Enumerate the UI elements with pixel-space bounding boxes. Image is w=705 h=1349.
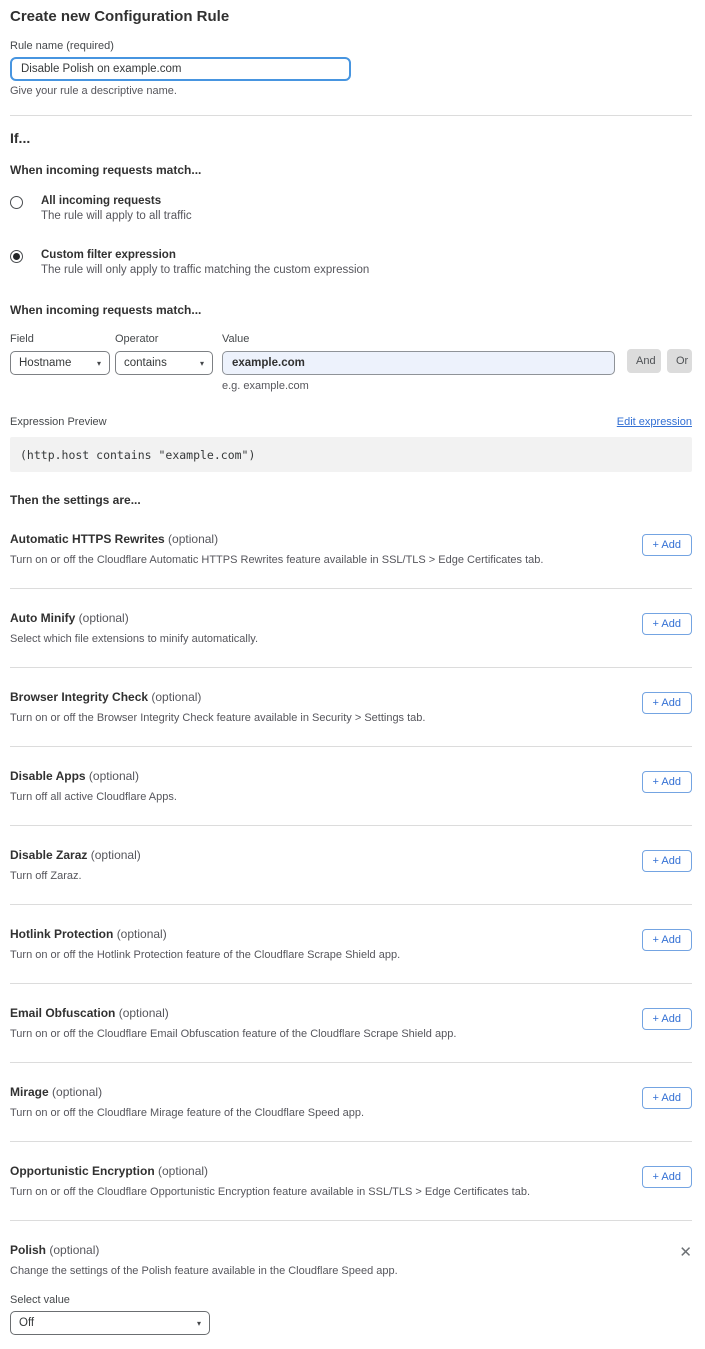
- setting-optional-tag: (optional): [151, 690, 201, 704]
- setting-row-disable-zaraz: Disable Zaraz (optional) Turn off Zaraz.…: [10, 826, 692, 904]
- setting-row-mirage: Mirage (optional) Turn on or off the Clo…: [10, 1063, 692, 1141]
- and-button[interactable]: And: [627, 349, 661, 373]
- setting-name: Browser Integrity Check: [10, 690, 148, 704]
- operator-select-value: contains: [124, 357, 167, 369]
- operator-label: Operator: [115, 333, 222, 345]
- radio-description: The rule will apply to all traffic: [41, 210, 192, 222]
- radio-description: The rule will only apply to traffic matc…: [41, 264, 369, 276]
- field-select-value: Hostname: [19, 357, 71, 369]
- setting-optional-tag: (optional): [79, 611, 129, 625]
- request-match-radio-group: All incoming requests The rule will appl…: [10, 195, 692, 276]
- setting-optional-tag: (optional): [168, 532, 218, 546]
- radio-option-custom-filter-expression[interactable]: Custom filter expression The rule will o…: [10, 249, 692, 276]
- setting-description: Turn on or off the Hotlink Protection fe…: [10, 949, 622, 961]
- setting-name: Auto Minify: [10, 611, 75, 625]
- edit-expression-link[interactable]: Edit expression: [617, 416, 692, 428]
- radio-option-all-incoming-requests[interactable]: All incoming requests The rule will appl…: [10, 195, 692, 222]
- setting-optional-tag: (optional): [119, 1006, 169, 1020]
- add-button[interactable]: + Add: [642, 929, 692, 951]
- setting-name: Opportunistic Encryption: [10, 1164, 155, 1178]
- rule-name-label: Rule name (required): [10, 40, 692, 52]
- radio-label: All incoming requests: [41, 195, 192, 207]
- add-button[interactable]: + Add: [642, 1008, 692, 1030]
- setting-description: Turn on or off the Cloudflare Automatic …: [10, 554, 622, 566]
- radio-label: Custom filter expression: [41, 249, 369, 261]
- setting-name: Disable Zaraz: [10, 848, 87, 862]
- setting-optional-tag: (optional): [89, 769, 139, 783]
- operator-select[interactable]: contains ▾: [115, 351, 213, 375]
- value-input[interactable]: [222, 351, 615, 375]
- chevron-down-icon: ▾: [191, 1319, 201, 1328]
- setting-description: Turn on or off the Browser Integrity Che…: [10, 712, 622, 724]
- add-button[interactable]: + Add: [642, 613, 692, 635]
- expression-builder-row: Field Hostname ▾ Operator contains ▾ Val…: [10, 333, 692, 392]
- match-heading: When incoming requests match...: [10, 163, 692, 177]
- setting-name: Hotlink Protection: [10, 927, 113, 941]
- close-icon[interactable]: ✕: [679, 1245, 692, 1259]
- rule-name-input[interactable]: [10, 57, 351, 81]
- setting-name: Disable Apps: [10, 769, 86, 783]
- if-heading: If...: [10, 130, 692, 146]
- field-label: Field: [10, 333, 115, 345]
- value-label: Value: [222, 333, 615, 345]
- select-value-label: Select value: [10, 1294, 659, 1306]
- setting-row-auto-minify: Auto Minify (optional) Select which file…: [10, 589, 692, 667]
- create-configuration-rule-form: Create new Configuration Rule Rule name …: [0, 0, 705, 1349]
- setting-description: Turn off Zaraz.: [10, 870, 622, 882]
- polish-value-select[interactable]: Off ▾: [10, 1311, 210, 1335]
- setting-optional-tag: (optional): [158, 1164, 208, 1178]
- setting-row-polish: Polish (optional) Change the settings of…: [10, 1221, 692, 1335]
- or-button[interactable]: Or: [667, 349, 692, 373]
- chevron-down-icon: ▾: [194, 359, 204, 368]
- add-button[interactable]: + Add: [642, 850, 692, 872]
- field-select[interactable]: Hostname ▾: [10, 351, 110, 375]
- setting-optional-tag: (optional): [117, 927, 167, 941]
- radio-icon[interactable]: [10, 250, 23, 263]
- value-hint: e.g. example.com: [222, 380, 615, 392]
- setting-description: Turn on or off the Cloudflare Mirage fea…: [10, 1107, 622, 1119]
- setting-row-hotlink-protection: Hotlink Protection (optional) Turn on or…: [10, 905, 692, 983]
- setting-description: Turn on or off the Cloudflare Opportunis…: [10, 1186, 622, 1198]
- builder-heading: When incoming requests match...: [10, 303, 692, 317]
- radio-icon[interactable]: [10, 196, 23, 209]
- page-title: Create new Configuration Rule: [10, 8, 692, 25]
- setting-optional-tag: (optional): [52, 1085, 102, 1099]
- setting-optional-tag: (optional): [49, 1243, 99, 1257]
- add-button[interactable]: + Add: [642, 534, 692, 556]
- add-button[interactable]: + Add: [642, 771, 692, 793]
- setting-optional-tag: (optional): [91, 848, 141, 862]
- setting-name: Mirage: [10, 1085, 49, 1099]
- setting-description: Turn on or off the Cloudflare Email Obfu…: [10, 1028, 622, 1040]
- setting-row-opportunistic-encryption: Opportunistic Encryption (optional) Turn…: [10, 1142, 692, 1220]
- setting-name: Email Obfuscation: [10, 1006, 115, 1020]
- polish-select-value: Off: [19, 1317, 34, 1329]
- setting-row-email-obfuscation: Email Obfuscation (optional) Turn on or …: [10, 984, 692, 1062]
- setting-description: Turn off all active Cloudflare Apps.: [10, 791, 622, 803]
- setting-name: Automatic HTTPS Rewrites: [10, 532, 165, 546]
- chevron-down-icon: ▾: [91, 359, 101, 368]
- expression-preview-label: Expression Preview: [10, 416, 107, 428]
- setting-row-browser-integrity-check: Browser Integrity Check (optional) Turn …: [10, 668, 692, 746]
- add-button[interactable]: + Add: [642, 1166, 692, 1188]
- setting-row-automatic-https-rewrites: Automatic HTTPS Rewrites (optional) Turn…: [10, 510, 692, 588]
- setting-description: Select which file extensions to minify a…: [10, 633, 622, 645]
- setting-row-disable-apps: Disable Apps (optional) Turn off all act…: [10, 747, 692, 825]
- expression-preview-box: (http.host contains "example.com"): [10, 437, 692, 472]
- divider: [10, 115, 692, 116]
- settings-list: Automatic HTTPS Rewrites (optional) Turn…: [10, 510, 692, 1335]
- rule-name-helper: Give your rule a descriptive name.: [10, 85, 692, 97]
- setting-description: Change the settings of the Polish featur…: [10, 1265, 659, 1277]
- setting-name: Polish: [10, 1243, 46, 1257]
- then-settings-heading: Then the settings are...: [10, 493, 692, 507]
- expression-code: (http.host contains "example.com"): [20, 448, 255, 462]
- add-button[interactable]: + Add: [642, 692, 692, 714]
- add-button[interactable]: + Add: [642, 1087, 692, 1109]
